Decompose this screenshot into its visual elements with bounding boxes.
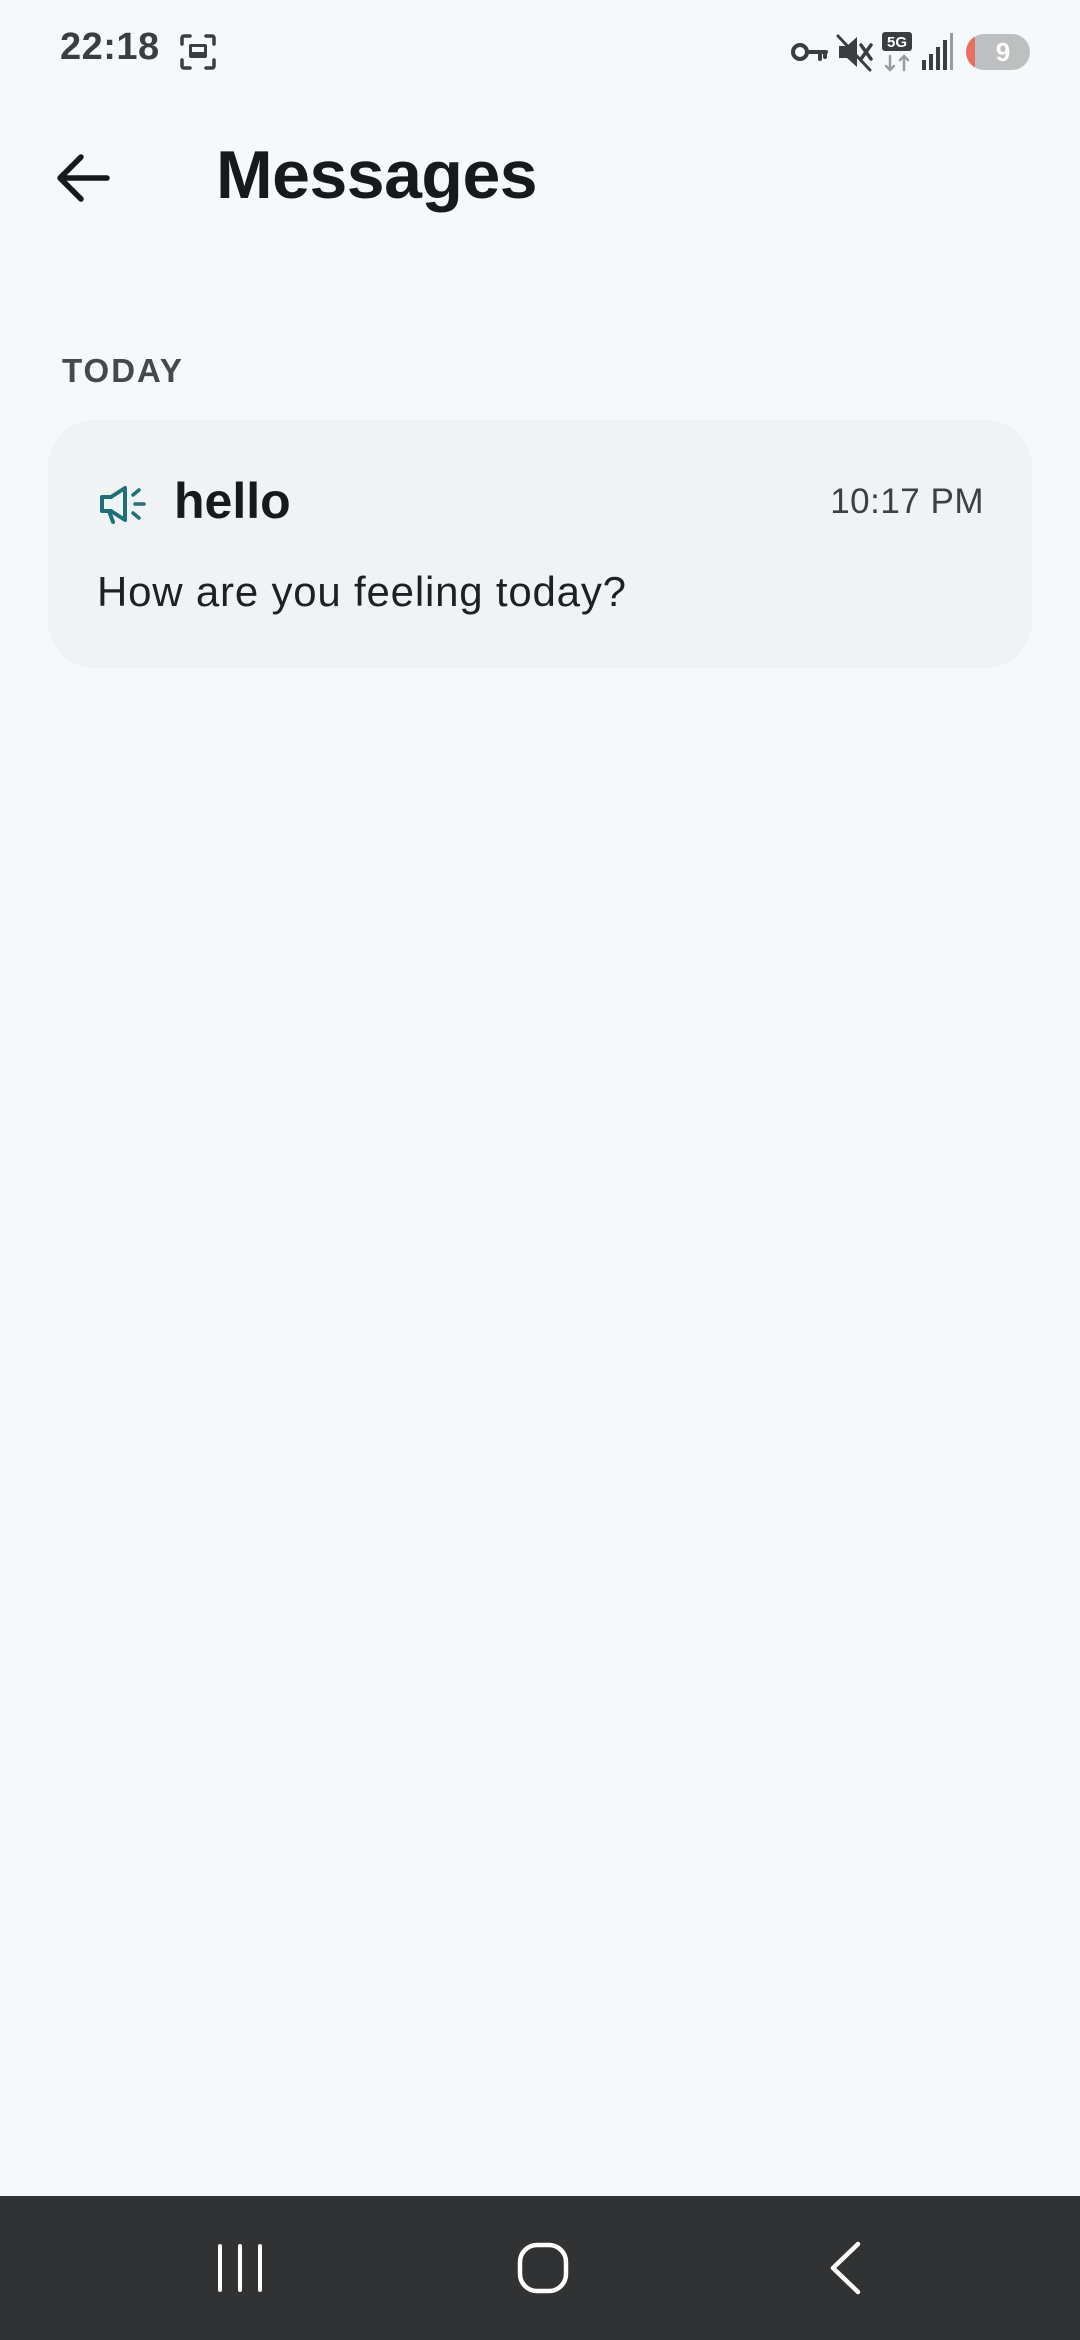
arrow-left-icon bbox=[57, 154, 110, 202]
5g-label: 5G bbox=[887, 34, 907, 51]
page-title: Messages bbox=[216, 137, 538, 213]
recents-button[interactable] bbox=[160, 2196, 320, 2340]
nav-back-button[interactable] bbox=[765, 2196, 925, 2340]
message-card[interactable]: hello 10:17 PM How are you feeling today… bbox=[48, 420, 1032, 668]
mute-icon bbox=[836, 30, 874, 74]
status-icons: 5G 9 bbox=[790, 30, 1030, 74]
home-icon bbox=[517, 2242, 569, 2294]
message-title: hello bbox=[174, 473, 291, 529]
battery-icon: 9 bbox=[966, 34, 1030, 70]
battery-level: 9 bbox=[995, 37, 1011, 67]
recents-icon bbox=[218, 2244, 262, 2292]
status-time: 22:18 bbox=[60, 26, 160, 68]
vpn-key-icon bbox=[790, 30, 830, 74]
section-header-today: TODAY bbox=[62, 352, 184, 389]
screenshot-icon bbox=[178, 32, 218, 72]
back-icon bbox=[830, 2241, 861, 2295]
status-bar: 22:18 5G 9 bbox=[0, 0, 1080, 100]
5g-data-icon: 5G bbox=[880, 30, 914, 74]
message-time: 10:17 PM bbox=[830, 482, 984, 521]
app-header: Messages bbox=[0, 118, 1080, 238]
message-body: How are you feeling today? bbox=[97, 568, 627, 615]
back-button[interactable] bbox=[40, 140, 126, 216]
signal-icon bbox=[920, 30, 954, 74]
home-button[interactable] bbox=[463, 2196, 623, 2340]
megaphone-icon bbox=[98, 482, 148, 526]
system-nav-bar bbox=[0, 2196, 1080, 2340]
